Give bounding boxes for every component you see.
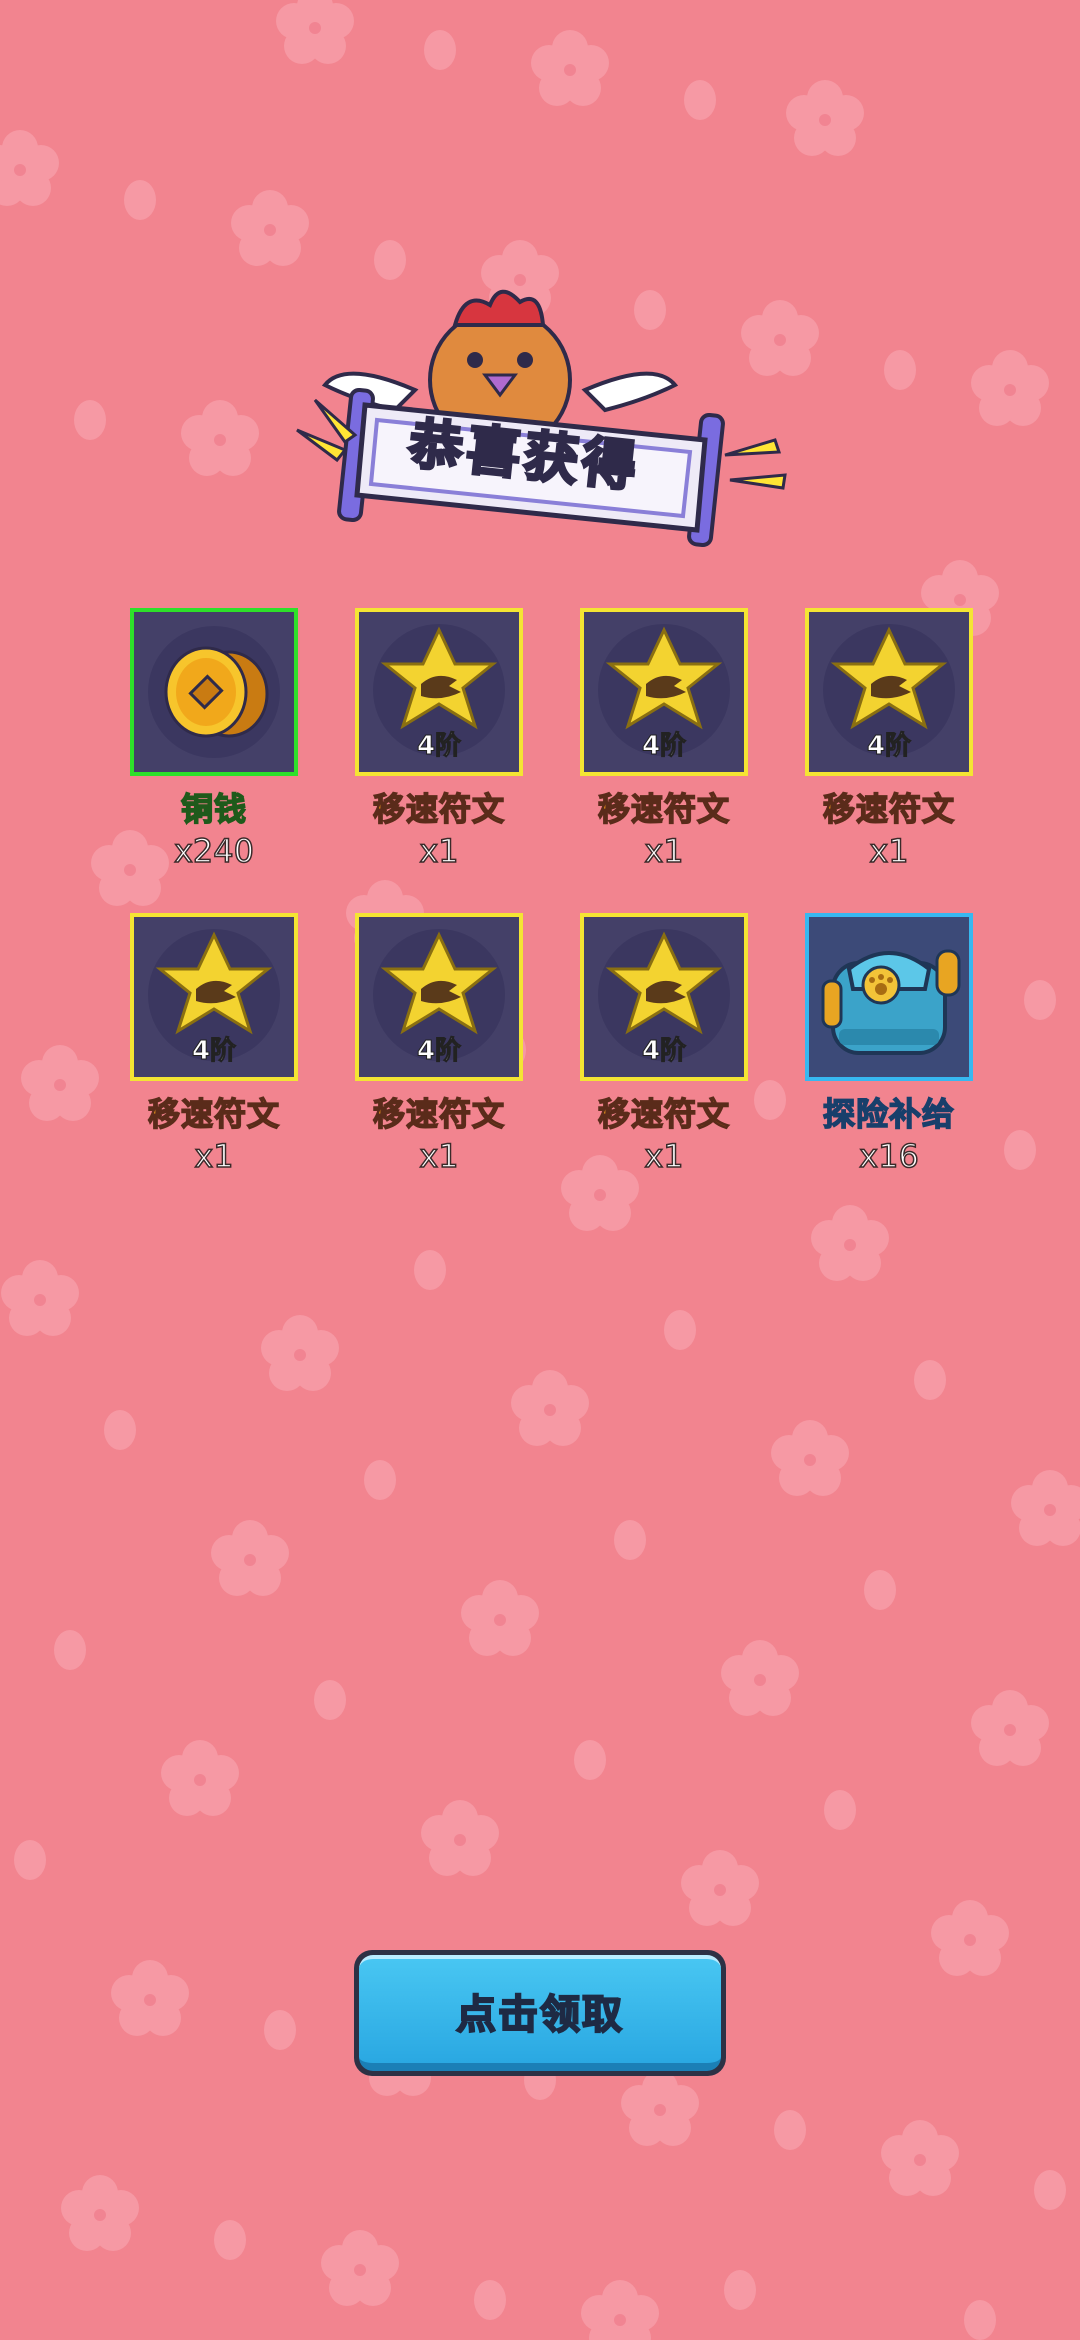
reward-item[interactable]: 4阶 移速符文 x1 <box>805 608 973 871</box>
reward-count: x1 <box>419 1136 460 1176</box>
reward-tier: 4阶 <box>641 1036 687 1067</box>
reward-name: 移速符文 <box>147 1094 280 1134</box>
reward-tier: 4阶 <box>416 1036 462 1067</box>
reward-count: x16 <box>858 1136 919 1176</box>
reward-item[interactable]: 铜钱 x240 <box>130 608 298 871</box>
reward-count: x1 <box>644 1136 685 1176</box>
reward-item-frame <box>130 608 298 776</box>
reward-grid: 铜钱 x240 4阶 移速符文 x1 4阶 移速符文 x1 4阶 移速符文 x1… <box>130 608 982 1176</box>
reward-tier: 4阶 <box>191 1036 237 1067</box>
reward-item-frame: 4阶 <box>580 913 748 1081</box>
reward-count: x1 <box>869 831 910 871</box>
reward-name: 铜钱 <box>180 789 247 829</box>
copper-coin-icon <box>148 626 280 758</box>
reward-item-frame <box>805 913 973 1081</box>
reward-name: 移速符文 <box>372 1094 505 1134</box>
reward-item-frame: 4阶 <box>805 608 973 776</box>
claim-button-face[interactable]: 点击领取 <box>359 1955 721 2071</box>
claim-button-label: 点击领取 <box>455 1991 624 2039</box>
claim-button[interactable]: 点击领取 <box>354 1950 726 2076</box>
reward-name: 移速符文 <box>597 1094 730 1134</box>
reward-item[interactable]: 探险补给 x16 <box>805 913 973 1176</box>
reward-name: 移速符文 <box>597 789 730 829</box>
reward-tier: 4阶 <box>641 731 687 762</box>
reward-name: 移速符文 <box>822 789 955 829</box>
reward-item-frame: 4阶 <box>580 608 748 776</box>
reward-count: x1 <box>419 831 460 871</box>
reward-item[interactable]: 4阶 移速符文 x1 <box>580 913 748 1176</box>
reward-count: x1 <box>644 831 685 871</box>
reward-count: x240 <box>173 831 255 871</box>
reward-tier: 4阶 <box>416 731 462 762</box>
reward-item[interactable]: 4阶 移速符文 x1 <box>355 608 523 871</box>
reward-banner: 恭喜获得 <box>285 280 795 550</box>
reward-item[interactable]: 4阶 移速符文 x1 <box>580 608 748 871</box>
reward-item-frame: 4阶 <box>355 608 523 776</box>
reward-name: 移速符文 <box>372 789 505 829</box>
reward-tier: 4阶 <box>866 731 912 762</box>
reward-item-frame: 4阶 <box>130 913 298 1081</box>
backpack-icon <box>809 917 969 1077</box>
reward-item[interactable]: 4阶 移速符文 x1 <box>355 913 523 1176</box>
reward-count: x1 <box>194 1136 235 1176</box>
reward-item-frame: 4阶 <box>355 913 523 1081</box>
reward-item[interactable]: 4阶 移速符文 x1 <box>130 913 298 1176</box>
reward-name: 探险补给 <box>822 1094 955 1134</box>
